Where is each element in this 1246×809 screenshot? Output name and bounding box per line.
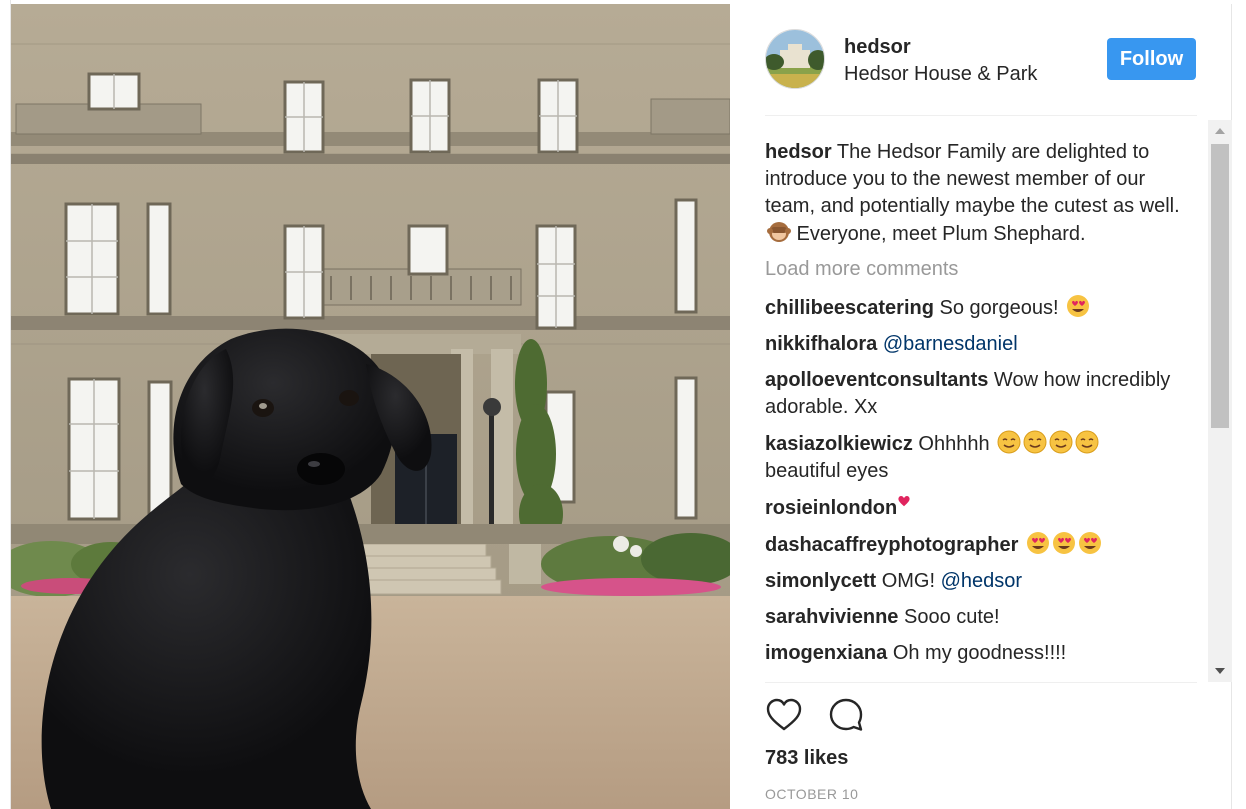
like-button[interactable] <box>765 696 803 734</box>
comment-author[interactable]: nikkifhalora <box>765 333 877 355</box>
likes-count[interactable]: 783 likes <box>765 747 848 770</box>
follow-button[interactable]: Follow <box>1107 38 1196 80</box>
post-caption: hedsor The Hedsor Family are delighted t… <box>765 139 1197 248</box>
comment-item: kasiazolkiewicz Ohhhhh beautiful eyes <box>765 430 1197 485</box>
comment-author[interactable]: kasiazolkiewicz <box>765 433 913 455</box>
comment-author[interactable]: apolloeventconsultants <box>765 369 988 391</box>
actions-divider <box>765 682 1197 683</box>
comment-item: imogenxiana Oh my goodness!!!! <box>765 640 1197 667</box>
comment-text: Sooo cute! <box>898 606 1000 628</box>
scrollbar-thumb[interactable] <box>1211 144 1229 428</box>
heart-eyes-icon <box>1052 532 1075 554</box>
comment-item: simonlycett OMG! @hedsor <box>765 568 1197 595</box>
heart-eyes-icon <box>1067 295 1090 317</box>
post-username[interactable]: hedsor <box>844 36 911 59</box>
comment-text: So gorgeous! <box>933 297 1065 319</box>
comments-scrollbar[interactable] <box>1208 120 1232 682</box>
smiling-face-icon <box>1023 430 1047 454</box>
post-date[interactable]: OCTOBER 10 <box>765 786 858 802</box>
comment-mention[interactable]: @barnesdaniel <box>883 333 1018 355</box>
speech-bubble-icon <box>829 698 863 731</box>
comment-author[interactable]: chillibeescatering <box>765 297 934 319</box>
caption-author[interactable]: hedsor <box>765 141 832 163</box>
smiling-face-icon <box>997 430 1021 454</box>
comment-item: apolloeventconsultants Wow how incredibl… <box>765 367 1197 421</box>
comment-author[interactable]: simonlycett <box>765 570 876 592</box>
comment-item: sarahvivienne Sooo cute! <box>765 604 1197 631</box>
post-actions <box>765 696 865 736</box>
avatar-image <box>766 30 824 88</box>
comment-text: Ohhhhh <box>912 433 996 455</box>
triangle-down-icon <box>1215 668 1225 674</box>
left-edge <box>0 0 11 809</box>
load-more-comments-link[interactable]: Load more comments <box>765 256 1197 283</box>
profile-avatar[interactable] <box>765 29 825 89</box>
heart-outline-icon <box>766 698 802 731</box>
comment-mention[interactable]: @hedsor <box>941 570 1022 592</box>
post-header: hedsor Hedsor House & Park Follow <box>765 29 1197 116</box>
caption-text-end: Everyone, meet Plum Shephard. <box>791 223 1086 245</box>
instagram-post-modal: hedsor Hedsor House & Park Follow hedsor… <box>0 0 1246 809</box>
post-location[interactable]: Hedsor House & Park <box>844 63 1037 86</box>
comment-text: Oh my goodness!!!! <box>887 642 1067 664</box>
comment-text: OMG! <box>876 570 941 592</box>
red-heart-icon <box>898 496 910 507</box>
comment-item: chillibeescatering So gorgeous! <box>765 294 1197 322</box>
photo-puppy-in-front-of-mansion <box>11 4 730 809</box>
comment-author[interactable]: rosieinlondon <box>765 497 897 519</box>
comment-author[interactable]: sarahvivienne <box>765 606 898 628</box>
comment-button[interactable] <box>827 696 865 734</box>
smiling-face-icon <box>1049 430 1073 454</box>
post-side-panel: hedsor Hedsor House & Park Follow hedsor… <box>730 4 1232 809</box>
heart-eyes-icon <box>1078 532 1101 554</box>
see-no-evil-monkey-icon <box>767 222 791 242</box>
comment-author[interactable]: imogenxiana <box>765 642 887 664</box>
scroll-up-button[interactable] <box>1208 120 1232 142</box>
heart-eyes-icon <box>1026 532 1049 554</box>
comment-text-after: beautiful eyes <box>765 460 889 482</box>
comments-list: hedsor The Hedsor Family are delighted t… <box>765 134 1197 682</box>
comment-item: nikkifhalora @barnesdaniel <box>765 331 1197 358</box>
triangle-up-icon <box>1215 128 1225 134</box>
comment-item: rosieinlondon <box>765 494 1197 522</box>
smiling-face-icon <box>1075 430 1099 454</box>
post-photo[interactable] <box>11 4 730 809</box>
comment-text <box>1018 534 1024 556</box>
comment-item: dashacaffreyphotographer <box>765 531 1197 559</box>
comment-author[interactable]: dashacaffreyphotographer <box>765 534 1018 556</box>
scroll-down-button[interactable] <box>1208 660 1232 682</box>
